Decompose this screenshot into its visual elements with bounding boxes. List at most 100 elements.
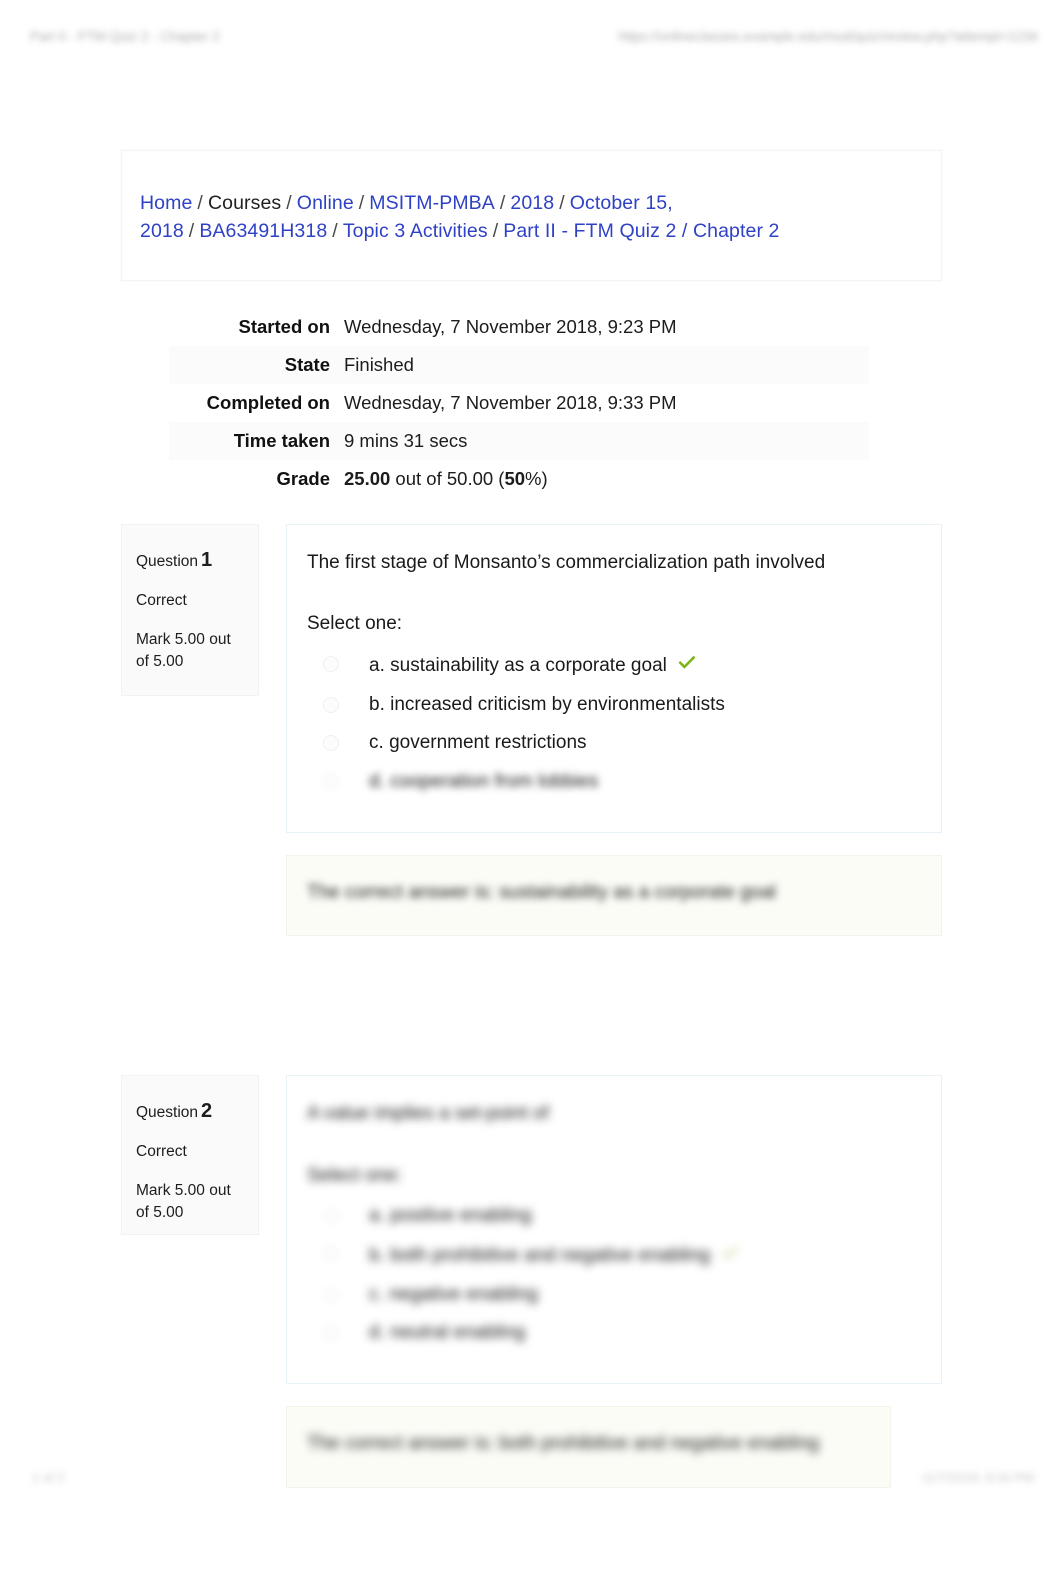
question-label-1: Question 1 [136,547,246,573]
summary-value: 9 mins 31 secs [344,429,468,451]
summary-value: Finished [344,353,414,375]
answer-letter: c. [369,732,384,754]
answer-label-b: b. both prohibitive and negative enablin… [369,1241,741,1269]
breadcrumb-separator: / [358,192,365,214]
answer-letter: a. [369,655,385,677]
answer-letter: d. [369,1322,385,1344]
answer-option-b[interactable]: b. increased criticism by environmentali… [307,686,915,725]
select-one-prompt-1: Select one: [307,613,403,635]
answer-label-b: b. increased criticism by environmentali… [369,692,725,718]
question-word: Question [136,1104,199,1121]
answer-option-c[interactable]: c. negative enabling [307,1276,915,1315]
answer-option-a[interactable]: a. positive enabling [307,1197,915,1236]
answer-label-d: d. cooperation from lobbies [369,769,598,795]
answer-letter: d. [369,770,385,792]
check-mark-icon [676,653,698,681]
answer-label-c: c. government restrictions [369,730,587,756]
question-text-1: The first stage of Monsanto’s commercial… [307,551,826,573]
breadcrumb-separator: / [197,192,203,214]
summary-value: Wednesday, 7 November 2018, 9:23 PM [344,315,677,337]
feedback-text-1: The correct answer is: sustainability as… [307,881,776,903]
breadcrumb-item-msitm-pmba[interactable]: MSITM-PMBA [369,192,495,214]
summary-row-completed-on: Completed on Wednesday, 7 November 2018,… [169,384,869,422]
question-right-2: A value implies a set-point of Select on… [286,1075,942,1488]
grade-tail: %) [525,467,548,489]
answer-body: both prohibitive and negative enabling [390,1245,711,1267]
question-block-2: Question 2 Correct Mark 5.00 out of 5.00 … [121,1075,942,1488]
check-mark-icon [719,1243,741,1271]
summary-value-grade: 25.00 out of 50.00 (50%) [344,460,869,498]
question-state-2: Correct [136,1143,187,1160]
question-number: 2 [201,1100,213,1122]
answer-label-c: c. negative enabling [369,1282,538,1308]
answer-list-2: a. positive enabling b. both prohibitive… [307,1197,915,1354]
radio-button-c[interactable] [323,735,339,752]
answer-option-d[interactable]: d. cooperation from lobbies [307,763,915,802]
breadcrumb-separator: / [559,192,565,214]
question-right-1: The first stage of Monsanto’s commercial… [286,523,942,937]
answer-letter: a. [369,1204,385,1226]
question-text-2: A value implies a set-point of [307,1103,549,1124]
print-footer: 1 of 2 11/7/2018, 9:34 PM [0,1454,1062,1500]
select-one-prompt-2: Select one: [307,1164,403,1186]
breadcrumb-item-quiz[interactable]: Part II - FTM Quiz 2 / Chapter 2 [503,220,779,242]
question-state-1: Correct [136,591,187,609]
answer-option-a[interactable]: a. sustainability as a corporate goal [307,645,915,686]
radio-button-c[interactable] [323,1286,339,1303]
question-content-2: A value implies a set-point of Select on… [286,1075,942,1385]
answer-label-a: a. positive enabling [369,1203,532,1229]
answer-body: increased criticism by environmentalists [390,693,725,715]
print-footer-left: 1 of 2 [32,1469,65,1485]
answer-letter: b. [369,693,385,715]
attempt-summary-table: Started on Wednesday, 7 November 2018, 9… [169,308,869,498]
question-content-1: The first stage of Monsanto’s commercial… [286,523,942,833]
question-mark-2: Mark 5.00 out of 5.00 [136,1182,231,1221]
breadcrumb-item-topic-3-activities[interactable]: Topic 3 Activities [343,220,488,242]
summary-label: State [284,353,330,375]
summary-label: Started on [238,315,330,337]
answer-body: negative enabling [389,1283,539,1305]
breadcrumb-item-2018[interactable]: 2018 [510,192,554,214]
answer-label-d: d. neutral enabling [369,1320,525,1346]
breadcrumb-item-online[interactable]: Online [297,192,354,214]
answer-letter: b. [369,1245,385,1267]
page-bottom-cut [121,1562,942,1570]
summary-row-grade: Grade 25.00 out of 50.00 (50%) [169,460,869,498]
radio-button-d[interactable] [323,773,339,790]
question-mark-1: Mark 5.00 out of 5.00 [136,630,231,670]
question-word: Question [136,552,199,570]
answer-body: government restrictions [389,732,587,754]
answer-body: cooperation from lobbies [390,770,599,792]
breadcrumb-item-courses: Courses [207,192,282,214]
breadcrumb-item-ba63491h318[interactable]: BA63491H318 [199,220,327,242]
breadcrumb: Home / Courses / Online / MSITM-PMBA/2018/Octo… [140,189,915,246]
radio-button-b[interactable] [323,696,339,713]
summary-row-time-taken: Time taken 9 mins 31 secs [169,421,869,460]
grade-percent: 50 [504,467,526,489]
answer-option-d[interactable]: d. neutral enabling [307,1314,915,1353]
page-content: Home / Courses / Online / MSITM-PMBA/2018/Octo… [121,150,942,1570]
breadcrumb-item-home[interactable]: Home [140,192,192,214]
summary-row-started-on: Started on Wednesday, 7 November 2018, 9… [169,308,869,346]
radio-button-a[interactable] [323,656,339,673]
breadcrumb-separator: / [499,192,506,214]
print-header-right: https://onlineclasses.example.edu/mod/qu… [618,28,1038,44]
question-info-panel-2: Question 2 Correct Mark 5.00 out of 5.00 [121,1075,259,1235]
radio-button-b[interactable] [323,1246,339,1263]
answer-option-b[interactable]: b. both prohibitive and negative enablin… [307,1235,915,1276]
summary-label: Completed on [206,391,330,413]
summary-label: Time taken [233,429,330,451]
question-info-panel-1: Question 1 Correct Mark 5.00 out of 5.00 [121,523,259,696]
print-header: Part II - FTM Quiz 2 - Chapter 2 https:/… [0,0,1062,56]
summary-label: Grade [276,467,330,489]
breadcrumb-card: Home / Courses / Online / MSITM-PMBA/2018/Octo… [121,150,942,281]
radio-button-a[interactable] [323,1207,339,1224]
question-label-2: Question 2 [136,1098,246,1124]
summary-row-state: State Finished [169,345,869,384]
answer-option-c[interactable]: c. government restrictions [307,724,915,763]
radio-button-d[interactable] [323,1325,339,1342]
breadcrumb-separator: / [332,220,338,243]
question-block-1: Question 1 Correct Mark 5.00 out of 5.00 … [121,523,942,937]
grade-score: 25.00 [344,467,391,489]
grade-mid: out of 50.00 ( [390,467,505,489]
